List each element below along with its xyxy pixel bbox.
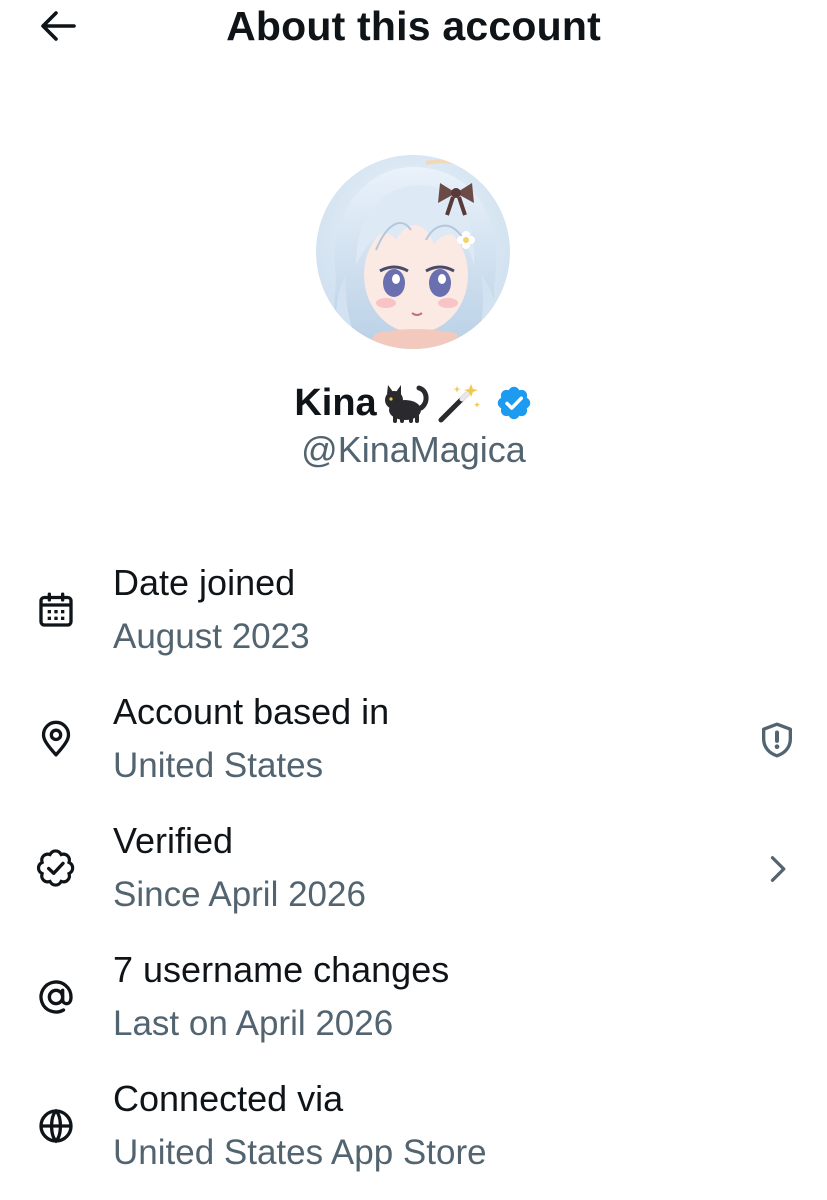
info-value: August 2023 [113, 617, 310, 656]
at-sign-icon [35, 976, 77, 1018]
verified-badge-icon[interactable] [495, 384, 533, 422]
info-value: United States [113, 746, 324, 785]
info-row-connected-via: Connected via United States App Store [0, 1071, 827, 1200]
info-value: United States App Store [113, 1133, 487, 1172]
display-name-row: Kina [0, 378, 827, 428]
info-value: Last on April 2026 [113, 1004, 394, 1043]
info-row-date-joined: Date joined August 2023 [0, 555, 827, 684]
calendar-icon [35, 589, 77, 631]
magic-wand-emoji [435, 382, 481, 424]
info-row-username-changes: 7 username changes Last on April 2026 [0, 942, 827, 1071]
top-bar: About this account [0, 0, 827, 56]
info-label: 7 username changes [113, 949, 450, 990]
avatar-image [316, 155, 510, 349]
info-value: Since April 2026 [113, 875, 366, 914]
username-handle: @KinaMagica [301, 429, 526, 470]
info-row-verified[interactable]: Verified Since April 2026 [0, 813, 827, 942]
info-label: Date joined [113, 562, 296, 603]
verified-outline-icon [35, 847, 77, 889]
info-label: Account based in [113, 691, 390, 732]
page-title: About this account [226, 3, 601, 49]
globe-icon [35, 1105, 77, 1147]
info-row-account-based-in: Account based in United States [0, 684, 827, 813]
chevron-right-icon[interactable] [755, 847, 799, 891]
account-info-list: Date joined August 2023 Account based in… [0, 555, 827, 1200]
location-pin-icon [35, 718, 77, 760]
black-cat-emoji [383, 382, 429, 424]
info-label: Connected via [113, 1078, 344, 1119]
display-name: Kina [294, 382, 377, 424]
info-label: Verified [113, 820, 234, 861]
shield-alert-icon[interactable] [755, 718, 799, 762]
avatar[interactable] [316, 155, 510, 349]
